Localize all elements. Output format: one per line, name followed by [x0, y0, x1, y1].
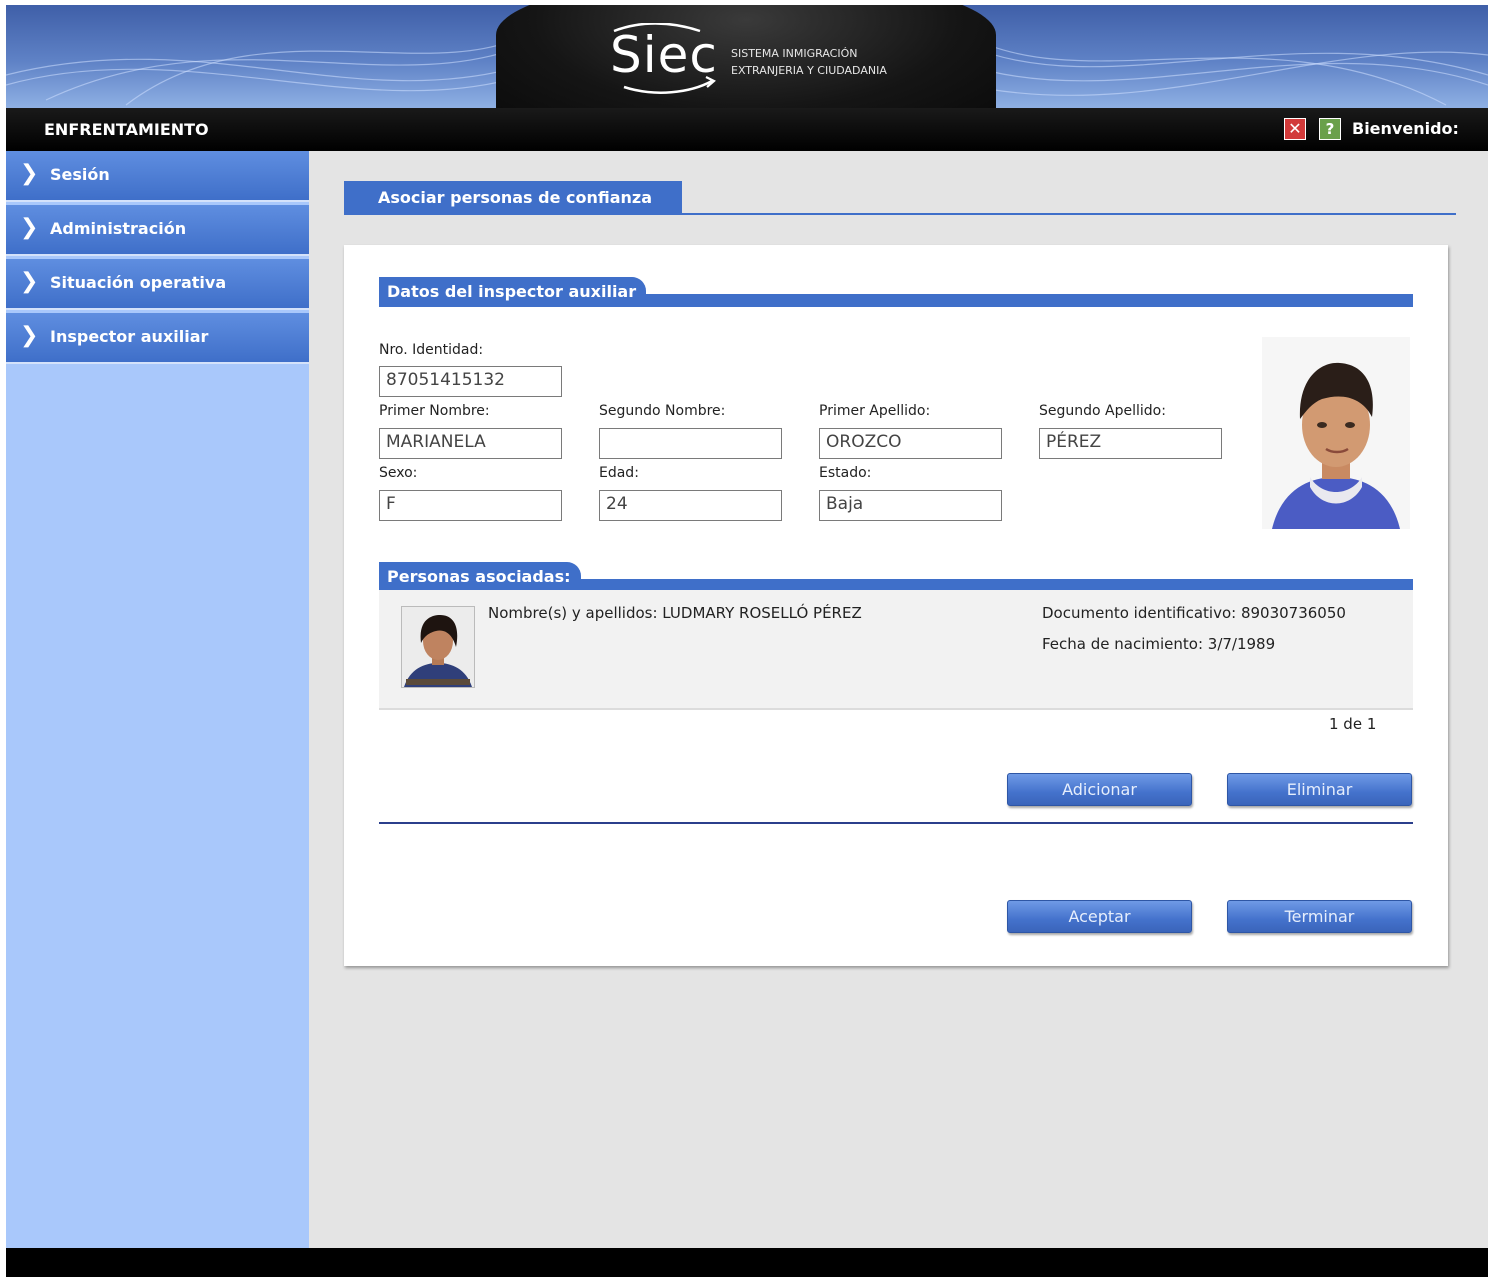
finish-button[interactable]: Terminar: [1227, 900, 1412, 933]
sidebar-item-situacion-operativa[interactable]: ❯ Situación operativa: [6, 259, 309, 310]
second-name-field[interactable]: [599, 428, 782, 459]
chevron-right-icon: ❯: [20, 323, 39, 348]
welcome-label: Bienvenido:: [1352, 119, 1459, 138]
sidebar-item-label: Inspector auxiliar: [50, 327, 209, 346]
associated-person-document: Documento identificativo: 89030736050: [1042, 604, 1346, 622]
pagination-label: 1 de 1: [1329, 715, 1377, 733]
sidebar-item-label: Sesión: [50, 165, 110, 184]
associated-section-header: Personas asociadas:: [379, 562, 1413, 592]
first-surname-label: Primer Apellido:: [819, 403, 931, 419]
system-name: SISTEMA INMIGRACIÓN EXTRANJERIA Y CIUDAD…: [731, 45, 887, 79]
age-label: Edad:: [599, 465, 639, 481]
form-panel: Datos del inspector auxiliar Nro. Identi…: [344, 245, 1448, 966]
associated-section-title: Personas asociadas:: [379, 562, 581, 592]
person-photo-icon: [402, 607, 474, 687]
second-surname-label: Segundo Apellido:: [1039, 403, 1166, 419]
add-button[interactable]: Adicionar: [1007, 773, 1192, 806]
person-photo-icon: [1262, 337, 1410, 529]
app-title: ENFRENTAMIENTO: [44, 120, 209, 139]
inspector-section-title: Datos del inspector auxiliar: [379, 277, 647, 307]
footer-bar: [6, 1248, 1488, 1277]
chevron-right-icon: ❯: [20, 161, 39, 186]
first-name-label: Primer Nombre:: [379, 403, 490, 419]
main-content: Asociar personas de confianza Datos del …: [309, 151, 1488, 1248]
list-item[interactable]: Nombre(s) y apellidos: LUDMARY ROSELLÓ P…: [379, 590, 1413, 710]
title-bar: ENFRENTAMIENTO ✕ ? Bienvenido:: [6, 108, 1488, 151]
chevron-right-icon: ❯: [20, 215, 39, 240]
remove-button[interactable]: Eliminar: [1227, 773, 1412, 806]
sidebar-item-administracion[interactable]: ❯ Administración: [6, 205, 309, 256]
first-name-field[interactable]: MARIANELA: [379, 428, 562, 459]
sidebar-item-label: Situación operativa: [50, 273, 227, 292]
page-title: Asociar personas de confianza: [344, 181, 682, 215]
divider: [379, 822, 1413, 824]
accept-button[interactable]: Aceptar: [1007, 900, 1192, 933]
inspector-photo: [1262, 337, 1410, 529]
id-field[interactable]: 87051415132: [379, 366, 562, 397]
help-icon[interactable]: ?: [1319, 118, 1341, 140]
logo-swoosh-icon: [613, 23, 716, 94]
first-surname-field[interactable]: OROZCO: [819, 428, 1002, 459]
associated-person-photo: [401, 606, 475, 688]
associated-person-birthdate: Fecha de nacimiento: 3/7/1989: [1042, 635, 1276, 653]
system-name-line1: SISTEMA INMIGRACIÓN: [731, 47, 858, 60]
status-label: Estado:: [819, 465, 872, 481]
header-banner: Siec SISTEMA INMIGRACIÓN EXTRANJERIA Y C…: [6, 5, 1488, 108]
status-field[interactable]: Baja: [819, 490, 1002, 521]
second-surname-field[interactable]: PÉREZ: [1039, 428, 1222, 459]
chevron-right-icon: ❯: [20, 269, 39, 294]
page-title-rule: [344, 213, 1456, 215]
sidebar-item-inspector-auxiliar[interactable]: ❯ Inspector auxiliar: [6, 313, 309, 364]
close-icon[interactable]: ✕: [1284, 118, 1306, 140]
second-name-label: Segundo Nombre:: [599, 403, 726, 419]
age-field[interactable]: 24: [599, 490, 782, 521]
sidebar: ❯ Sesión ❯ Administración ❯ Situación op…: [6, 151, 309, 1248]
system-name-line2: EXTRANJERIA Y CIUDADANIA: [731, 64, 887, 77]
sex-field[interactable]: F: [379, 490, 562, 521]
inspector-section-header: Datos del inspector auxiliar: [379, 277, 1413, 307]
sidebar-item-sesion[interactable]: ❯ Sesión: [6, 151, 309, 202]
sex-label: Sexo:: [379, 465, 418, 481]
associated-person-name: Nombre(s) y apellidos: LUDMARY ROSELLÓ P…: [488, 604, 862, 622]
sidebar-item-label: Administración: [50, 219, 187, 238]
id-label: Nro. Identidad:: [379, 342, 484, 358]
